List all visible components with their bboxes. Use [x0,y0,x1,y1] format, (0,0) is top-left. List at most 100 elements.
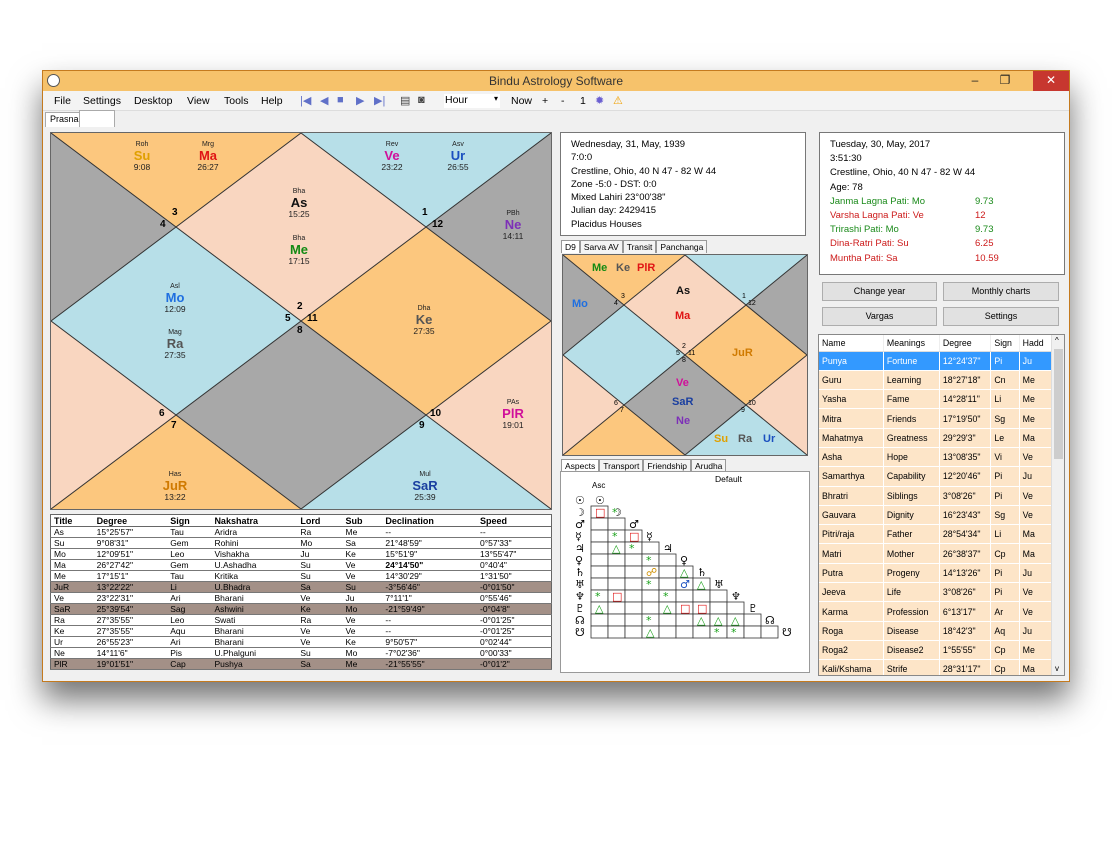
planet-sar[interactable]: Mul SaR 25:39 [405,471,445,503]
aspect-cell[interactable] [641,589,660,603]
vargas-button[interactable]: Vargas [822,307,937,326]
list-item[interactable]: Guru Learning 18°27'18" Cn Me [819,370,1053,391]
aspect-cell[interactable] [590,529,609,543]
aspect-cell[interactable] [709,589,728,603]
planet-as[interactable]: Bha As 15:25 [279,188,319,220]
aspect-cell[interactable] [658,565,677,579]
calculator-icon[interactable]: ▤ [400,94,410,108]
list-item[interactable]: Bhratri Siblings 3°08'26" Pi Ve [819,486,1053,506]
menu-tools[interactable]: Tools [224,95,249,107]
aspect-cell[interactable] [624,625,643,639]
list-item[interactable]: Samarthya Capability 12°20'46" Pi Ju [819,466,1053,487]
planet-me[interactable]: Bha Me 17:15 [279,235,319,267]
aspect-cell[interactable] [590,565,609,579]
minus-button[interactable]: - [561,95,565,107]
list-item[interactable]: Roga Disease 18°42'3" Aq Ju [819,621,1053,641]
planet-mo[interactable]: Asl Mo 12:09 [155,283,195,315]
planet-ne[interactable]: PBh Ne 14:11 [493,210,533,242]
aspect-cell[interactable] [590,577,609,591]
aspect-cell[interactable] [743,625,762,639]
table-row[interactable]: Ve 23°22'31" Ari Bharani Ve Ju 7°11'1" 0°55'46" [50,592,552,604]
camera-icon[interactable]: ◙ [418,94,425,108]
column-header[interactable]: Declination [382,514,477,527]
list-item[interactable]: Gauvara Dignity 16°23'43" Sg Ve [819,505,1053,526]
d9-planet-jur[interactable]: JuR [732,347,753,359]
aspect-cell[interactable] [624,553,643,567]
d9-planet-ne[interactable]: Ne [676,415,690,427]
first-icon[interactable]: |◀ [300,94,311,108]
aspect-cell[interactable] [658,577,677,591]
aspect-cell[interactable] [675,613,694,627]
menu-desktop[interactable]: Desktop [134,95,173,107]
list-item[interactable]: Punya Fortune 12°24'37" Pi Ju [819,351,1053,371]
aspect-cell[interactable] [692,625,711,639]
aspect-cell[interactable] [624,565,643,579]
column-header[interactable]: Degree [93,514,168,527]
aspect-cell[interactable] [624,589,643,603]
table-row[interactable]: SaR 25°39'54" Sag Ashwini Ke Mo -21°59'49" -0°0… [50,603,552,615]
tab-panchanga[interactable]: Panchanga [656,240,708,253]
column-header[interactable]: Sub [342,514,383,527]
list-item[interactable]: Pitri/raja Father 28°54'34" Li Ma [819,524,1053,545]
aspect-cell[interactable] [624,601,643,615]
planet-ve[interactable]: Rev Ve 23:22 [372,141,412,173]
d9-planet-su[interactable]: Su [714,433,728,445]
aspect-cell[interactable] [607,613,626,627]
planet-plr[interactable]: PAs PlR 19:01 [493,399,533,431]
aspect-cell[interactable] [675,625,694,639]
previous-icon[interactable]: ◀ [320,94,328,108]
table-row[interactable]: Ne 14°11'6" Pis U.Phalguni Su Mo -7°02'36" 0°00… [50,647,552,659]
table-row[interactable]: Ke 27°35'55" Aqu Bharani Ve Ve -- -0°01'25" [50,625,552,637]
aspect-cell[interactable] [641,541,660,555]
d9-planet-me[interactable]: Me [592,262,607,274]
d9-planet-sar[interactable]: SaR [672,396,693,408]
close-button[interactable]: ✕ [1033,71,1069,91]
table-row[interactable]: PlR 19°01'51" Cap Pushya Sa Me -21°55'55" -0°01… [50,658,552,670]
aspect-cell[interactable] [607,601,626,615]
table-row[interactable]: Su 9°08'31" Gem Rohini Mo Sa 21°48'59" 0°57'33" [50,537,552,549]
scroll-up-icon[interactable]: ^ [1055,336,1059,345]
step-value[interactable]: 1 [580,95,586,107]
table-row[interactable]: Me 17°15'1" Tau Kritika Su Ve 14°30'29" 1°31'50… [50,570,552,582]
planet-ke[interactable]: Dha Ke 27:35 [404,305,444,337]
aspect-cell[interactable] [726,601,745,615]
column-header[interactable]: Hadd [1019,335,1053,352]
table-row[interactable]: JuR 13°22'22" Li U.Bhadra Sa Su -3°56'46" -0°01… [50,581,552,593]
planet-ur[interactable]: Asv Ur 26:55 [438,141,478,173]
aspect-cell[interactable] [590,541,609,555]
column-header[interactable]: Title [50,514,94,527]
column-header[interactable]: Sign [167,514,212,527]
column-header[interactable]: Degree [939,335,992,352]
stop-icon[interactable]: ■ [337,94,344,108]
tab-transit[interactable]: Transit [622,240,657,253]
tab-blank[interactable] [79,110,115,127]
planet-ra[interactable]: Mag Ra 27:35 [155,329,195,361]
tab-prasna[interactable]: Prasna [45,112,84,127]
aspect-cell[interactable] [590,613,609,627]
aspect-cell[interactable] [607,553,626,567]
aspect-cell[interactable] [607,565,626,579]
aspect-cell[interactable] [607,625,626,639]
planet-su[interactable]: Roh Su 9:08 [122,141,162,173]
d9-planet-ur[interactable]: Ur [763,433,775,445]
aspect-cell[interactable] [658,613,677,627]
list-item[interactable]: Asha Hope 13°08'35" Vi Ve [819,447,1053,468]
list-item[interactable]: Karma Profession 6°13'17" Ar Ve [819,601,1053,622]
settings-button[interactable]: Settings [943,307,1059,326]
scrollbar[interactable]: ^ v [1051,335,1064,675]
menu-view[interactable]: View [187,95,210,107]
aspect-cell[interactable] [607,577,626,591]
d9-planet-mo[interactable]: Mo [572,298,588,310]
scroll-down-icon[interactable]: v [1055,664,1059,673]
aspect-cell[interactable] [624,613,643,627]
list-item[interactable]: Yasha Fame 14°28'11" Li Me [819,389,1053,410]
column-header[interactable]: Nakshatra [211,514,298,527]
warning-icon[interactable]: ⚠ [613,94,623,108]
aspect-cell[interactable] [658,553,677,567]
now-button[interactable]: Now [511,95,532,107]
plus-button[interactable]: + [542,95,548,107]
planet-ma[interactable]: Mrg Ma 26:27 [188,141,228,173]
aspect-cell[interactable] [641,601,660,615]
aspect-cell[interactable] [624,577,643,591]
d9-planet-ra[interactable]: Ra [738,433,752,445]
